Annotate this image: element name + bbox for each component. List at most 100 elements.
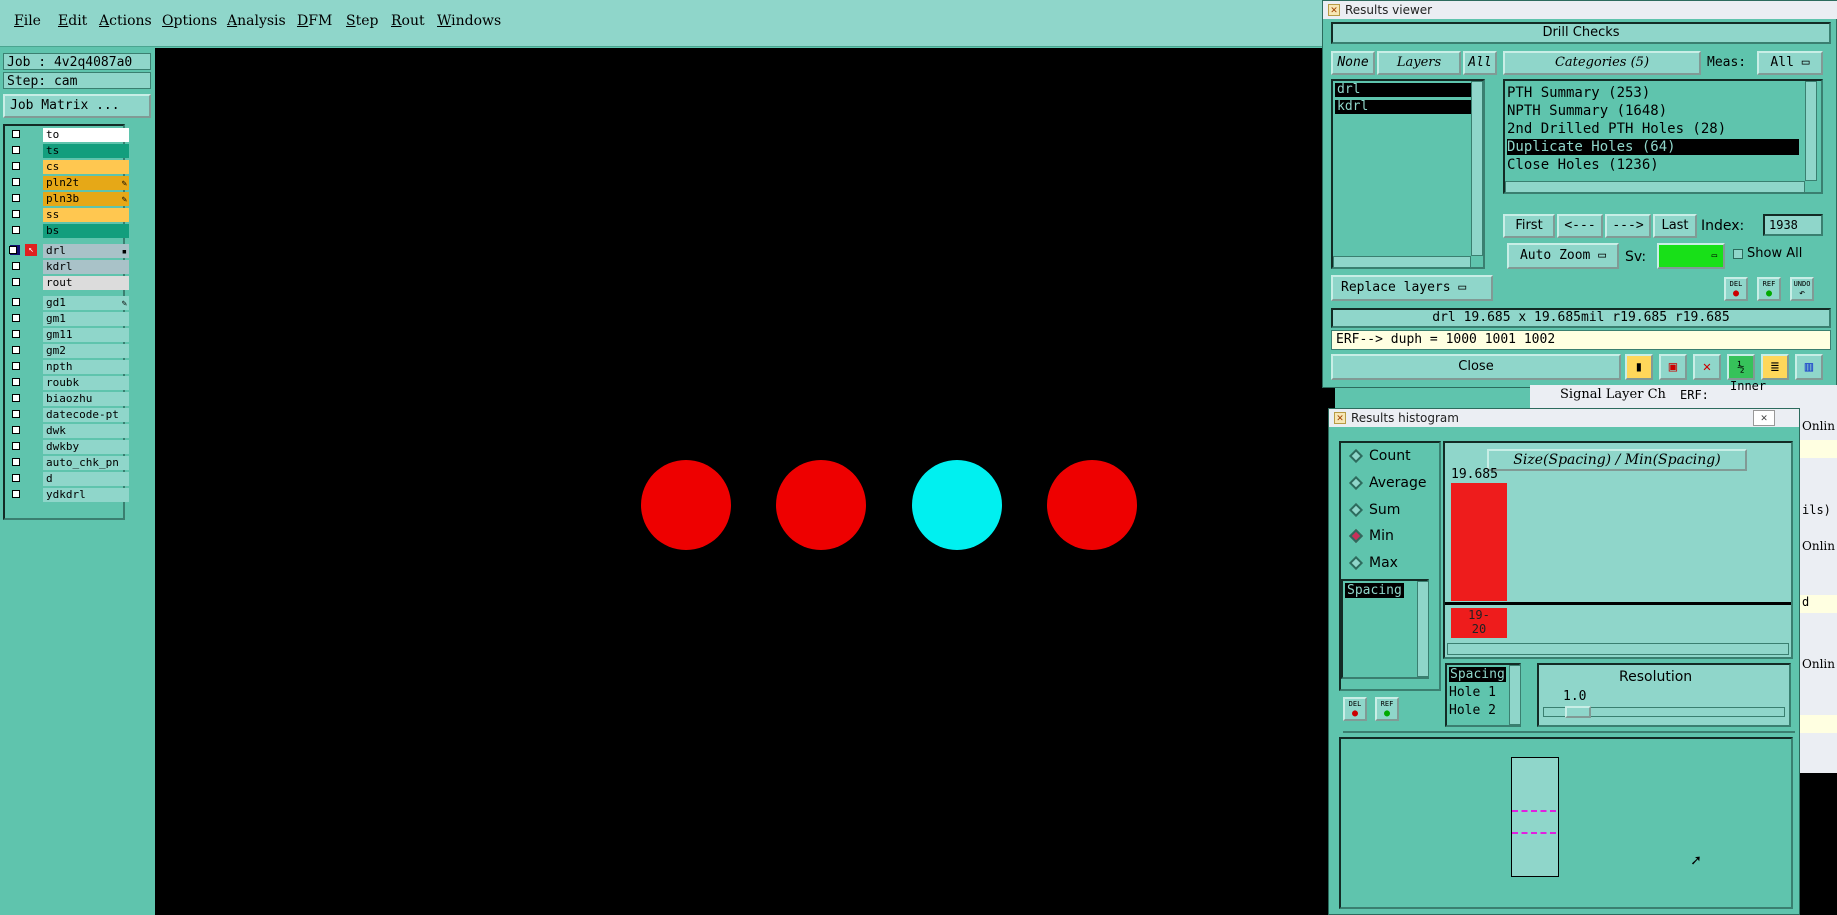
numbering-icon[interactable]: ½ xyxy=(1727,354,1755,380)
menu-edit[interactable]: Edit xyxy=(58,13,87,29)
sub-item-hole1[interactable]: Hole 1 xyxy=(1449,685,1496,700)
layer-list-scrollbar[interactable] xyxy=(1471,81,1483,256)
layer-row-roubk[interactable]: roubk xyxy=(7,376,129,390)
layers-button[interactable]: Layers xyxy=(1377,51,1461,75)
delete-mark-icon[interactable]: ✕ xyxy=(1693,354,1721,380)
meas-dropdown[interactable]: All ▭ xyxy=(1757,51,1823,75)
layer-checkbox[interactable] xyxy=(12,178,20,186)
layer-checkbox[interactable] xyxy=(12,474,20,482)
layer-checkbox[interactable] xyxy=(12,314,20,322)
layer-checkbox[interactable] xyxy=(12,490,20,498)
layer-row-ts[interactable]: ts xyxy=(7,144,129,158)
chart-hscrollbar[interactable] xyxy=(1447,643,1789,655)
categories-button[interactable]: Categories (5) xyxy=(1503,51,1701,75)
layer-checkbox[interactable] xyxy=(12,410,20,418)
layer-checkbox[interactable] xyxy=(12,426,20,434)
del-icon[interactable]: DEL ● xyxy=(1724,277,1748,301)
layer-row-pln2t[interactable]: pln2t ✎ xyxy=(7,176,129,190)
layer-checkbox[interactable] xyxy=(12,298,20,306)
drill-hole[interactable] xyxy=(1047,460,1137,550)
drill-hole[interactable] xyxy=(776,460,866,550)
layer-checkbox[interactable] xyxy=(12,262,20,270)
show-all-checkbox[interactable] xyxy=(1733,249,1743,259)
del-icon[interactable]: DEL ● xyxy=(1343,697,1367,721)
histogram-bar[interactable] xyxy=(1451,483,1507,601)
layer-checkbox[interactable] xyxy=(12,162,20,170)
category-item[interactable]: 2nd Drilled PTH Holes (28) xyxy=(1507,121,1726,137)
film-icon[interactable]: ▣ xyxy=(1659,354,1687,380)
close-icon[interactable]: ✕ xyxy=(1753,410,1775,426)
layer-checkbox[interactable] xyxy=(12,194,20,202)
first-button[interactable]: First xyxy=(1503,214,1555,238)
report-icon[interactable]: ≣ xyxy=(1761,354,1789,380)
layer-item-drl[interactable]: drl xyxy=(1335,83,1471,97)
graphics-canvas[interactable] xyxy=(155,48,1335,915)
layer-row-dwkby[interactable]: dwkby xyxy=(7,440,129,454)
field-scrollbar[interactable] xyxy=(1417,581,1429,677)
close-button[interactable]: Close xyxy=(1331,354,1621,380)
layer-row-bs[interactable]: bs xyxy=(7,224,129,238)
sub-item-spacing[interactable]: Spacing xyxy=(1449,667,1506,682)
auto-zoom-dropdown[interactable]: Auto Zoom ▭ xyxy=(1507,243,1619,269)
menu-windows[interactable]: Windows xyxy=(437,13,501,29)
layer-row-auto_chk_pn[interactable]: auto_chk_pn xyxy=(7,456,129,470)
menu-analysis[interactable]: Analysis xyxy=(227,13,286,29)
job-matrix-button[interactable]: Job Matrix ... xyxy=(3,94,151,118)
index-input[interactable]: 1938 xyxy=(1763,214,1823,236)
layer-checkbox[interactable] xyxy=(12,346,20,354)
category-item[interactable]: PTH Summary (253) xyxy=(1507,85,1650,101)
category-item-selected[interactable]: Duplicate Holes (64) xyxy=(1507,139,1799,155)
bar-chart-icon[interactable]: ▥ xyxy=(1795,354,1823,380)
layer-checkbox[interactable] xyxy=(12,146,20,154)
last-button[interactable]: Last xyxy=(1653,214,1697,238)
next-button[interactable]: ---> xyxy=(1605,214,1651,238)
category-hscrollbar[interactable] xyxy=(1505,181,1805,193)
radio-min[interactable] xyxy=(1348,528,1364,544)
undo-icon[interactable]: UNDO ↶ xyxy=(1790,277,1814,301)
ref-icon[interactable]: REF ● xyxy=(1375,697,1399,721)
layer-checkbox[interactable] xyxy=(12,330,20,338)
category-scrollbar[interactable] xyxy=(1805,81,1817,181)
layer-row-gd1[interactable]: gd1 ✎ xyxy=(7,296,129,310)
resolution-slider-handle[interactable] xyxy=(1564,706,1591,718)
layer-row-d[interactable]: d xyxy=(7,472,129,486)
active-arrow-icon[interactable]: ↖ xyxy=(25,244,37,256)
layer-checkbox[interactable] xyxy=(12,130,20,138)
menu-rout[interactable]: Rout xyxy=(391,13,425,29)
chart-icon[interactable]: ▮ xyxy=(1625,354,1653,380)
none-button[interactable]: None xyxy=(1331,51,1375,75)
layer-row-ss[interactable]: ss xyxy=(7,208,129,222)
layer-row-pln3b[interactable]: pln3b ✎ xyxy=(7,192,129,206)
layer-row-kdrl[interactable]: kdrl xyxy=(7,260,129,274)
layer-row-to[interactable]: to xyxy=(7,128,129,142)
layer-row-gm2[interactable]: gm2 xyxy=(7,344,129,358)
layer-checkbox[interactable] xyxy=(9,246,17,254)
layer-checkbox[interactable] xyxy=(12,442,20,450)
menu-options[interactable]: Options xyxy=(162,13,217,29)
layer-row-ydkdrl[interactable]: ydkdrl xyxy=(7,488,129,502)
prev-button[interactable]: <--- xyxy=(1557,214,1603,238)
layer-row-drl[interactable]: ↖ drl ▪ xyxy=(7,244,129,258)
layer-row-datecode-pt[interactable]: datecode-pt xyxy=(7,408,129,422)
layer-checkbox[interactable] xyxy=(12,378,20,386)
radio-sum[interactable] xyxy=(1348,502,1364,518)
layer-list-hscrollbar[interactable] xyxy=(1333,256,1471,268)
layer-checkbox[interactable] xyxy=(12,226,20,234)
layer-row-dwk[interactable]: dwk xyxy=(7,424,129,438)
drill-hole-highlighted[interactable] xyxy=(912,460,1002,550)
layer-row-rout[interactable]: rout xyxy=(7,276,129,290)
layer-row-biaozhu[interactable]: biaozhu xyxy=(7,392,129,406)
replace-layers-dropdown[interactable]: Replace layers ▭ xyxy=(1331,275,1493,301)
layer-checkbox[interactable] xyxy=(12,278,20,286)
sub-list-scrollbar[interactable] xyxy=(1509,665,1521,725)
menu-file[interactable]: File xyxy=(14,13,41,29)
layer-checkbox[interactable] xyxy=(12,210,20,218)
menu-step[interactable]: Step xyxy=(346,13,378,29)
category-item[interactable]: Close Holes (1236) xyxy=(1507,157,1659,173)
menu-dfm[interactable]: DFM xyxy=(297,13,332,29)
category-item[interactable]: NPTH Summary (1648) xyxy=(1507,103,1667,119)
layer-checkbox[interactable] xyxy=(12,394,20,402)
menu-actions[interactable]: Actions xyxy=(99,13,152,29)
ref-icon[interactable]: REF ● xyxy=(1757,277,1781,301)
radio-count[interactable] xyxy=(1348,448,1364,464)
